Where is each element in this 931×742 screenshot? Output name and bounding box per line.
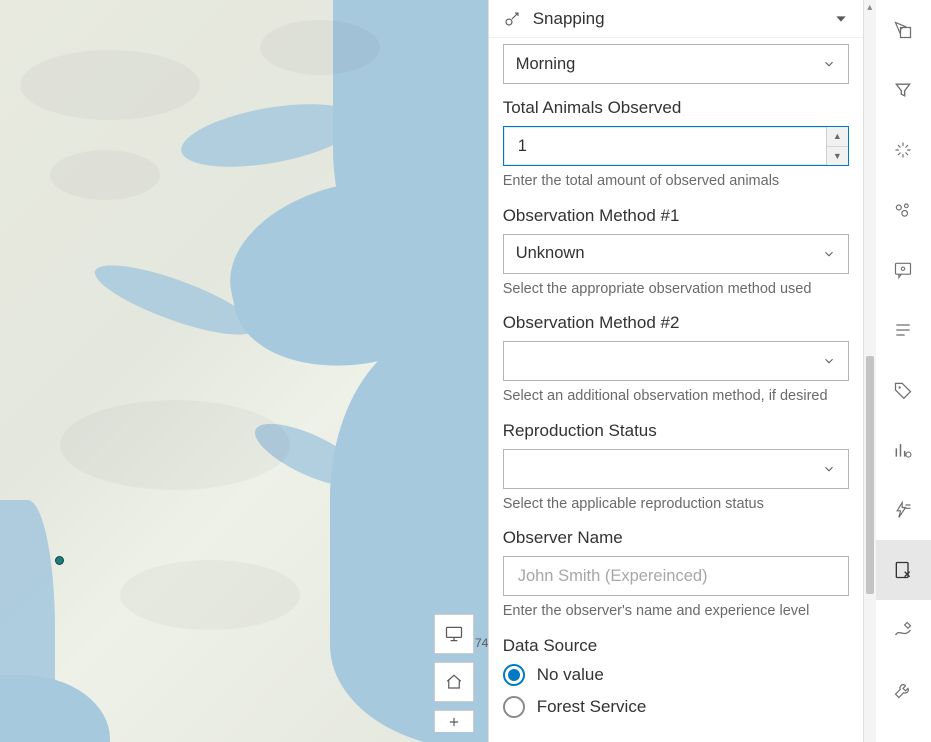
sparkle-icon xyxy=(893,140,913,160)
forms-tool-button[interactable] xyxy=(876,540,931,600)
stepper-up-button[interactable]: ▲ xyxy=(827,127,848,147)
filter-tool-button[interactable] xyxy=(876,60,931,120)
cursor-rectangle-icon xyxy=(893,20,913,40)
zoom-in-button[interactable] xyxy=(434,710,474,732)
number-stepper: ▲ ▼ xyxy=(826,127,848,165)
field-obs-method-2: Observation Method #2 Select an addition… xyxy=(503,313,849,407)
total-animals-hint: Enter the total amount of observed anima… xyxy=(503,172,849,192)
reproduction-status-select[interactable] xyxy=(503,449,849,489)
field-reproduction-status: Reproduction Status Select the applicabl… xyxy=(503,421,849,515)
field-observer-name: Observer Name Enter the observer's name … xyxy=(503,528,849,622)
monitor-icon xyxy=(444,624,464,644)
bar-chart-gear-icon xyxy=(893,440,913,460)
select-tool-button[interactable] xyxy=(876,0,931,60)
observer-name-hint: Enter the observer's name and experience… xyxy=(503,602,849,622)
radio-icon xyxy=(503,696,525,718)
total-animals-label: Total Animals Observed xyxy=(503,98,849,118)
map-terrain-shape xyxy=(60,400,290,490)
obs-method-1-value: Unknown xyxy=(516,244,822,263)
pencil-path-icon xyxy=(893,620,913,640)
wrench-icon xyxy=(893,680,913,700)
map-terrain-shape xyxy=(20,50,200,120)
cluster-icon xyxy=(893,200,913,220)
popup-config-tool-button[interactable] xyxy=(876,240,931,300)
field-time-of-day: Morning xyxy=(503,44,849,84)
obs-method-1-hint: Select the appropriate observation metho… xyxy=(503,280,849,300)
map-controls xyxy=(434,614,474,732)
map-water-shape xyxy=(0,675,110,742)
field-total-animals: Total Animals Observed ▲ ▼ Enter the tot… xyxy=(503,98,849,192)
chevron-down-icon xyxy=(822,247,836,261)
panel-scrollbar[interactable]: ▴ xyxy=(864,0,876,742)
data-source-radio-no-value[interactable]: No value xyxy=(503,664,849,686)
sketch-tool-button[interactable] xyxy=(876,600,931,660)
reproduction-status-hint: Select the applicable reproduction statu… xyxy=(503,495,849,515)
radio-icon xyxy=(503,664,525,686)
map-coord-label: 74 xyxy=(475,636,488,650)
map-terrain-shape xyxy=(50,150,160,200)
chevron-down-icon xyxy=(822,462,836,476)
chevron-down-icon xyxy=(822,354,836,368)
form-edit-icon xyxy=(893,560,913,580)
obs-method-2-hint: Select an additional observation method,… xyxy=(503,387,849,407)
field-data-source: Data Source No value Forest Service xyxy=(503,636,849,718)
time-of-day-value: Morning xyxy=(516,55,822,74)
scroll-up-arrow-icon[interactable]: ▴ xyxy=(864,0,876,14)
map-canvas[interactable]: 74 xyxy=(0,0,488,742)
obs-method-2-label: Observation Method #2 xyxy=(503,313,849,333)
fields-tool-button[interactable] xyxy=(876,300,931,360)
snapping-label: Snapping xyxy=(533,9,821,29)
data-source-radio-group: No value Forest Service xyxy=(503,664,849,718)
total-animals-value[interactable] xyxy=(516,127,826,165)
map-feature-point[interactable] xyxy=(55,556,64,565)
right-tool-rail xyxy=(876,0,931,742)
chevron-down-icon xyxy=(822,57,836,71)
scrollbar-thumb[interactable] xyxy=(866,356,874,594)
radio-label: No value xyxy=(537,665,604,685)
tag-icon xyxy=(893,380,913,400)
field-obs-method-1: Observation Method #1 Unknown Select the… xyxy=(503,206,849,300)
settings-tool-button[interactable] xyxy=(876,660,931,720)
obs-method-2-select[interactable] xyxy=(503,341,849,381)
basemap-toggle-button[interactable] xyxy=(434,614,474,654)
plus-icon xyxy=(447,715,461,729)
home-icon xyxy=(445,673,463,691)
obs-method-1-select[interactable]: Unknown xyxy=(503,234,849,274)
aggregation-tool-button[interactable] xyxy=(876,180,931,240)
time-of-day-select[interactable]: Morning xyxy=(503,44,849,84)
effects-tool-button[interactable] xyxy=(876,120,931,180)
observer-name-input-wrap[interactable] xyxy=(503,556,849,596)
snapping-icon xyxy=(503,10,521,28)
home-extent-button[interactable] xyxy=(434,662,474,702)
form-panel: Snapping Morning Total Animals Observed … xyxy=(488,0,864,742)
observer-name-label: Observer Name xyxy=(503,528,849,548)
charts-tool-button[interactable] xyxy=(876,420,931,480)
observer-name-input[interactable] xyxy=(516,557,836,595)
app-root: 74 Snapping Morning xyxy=(0,0,931,742)
form-body: Morning Total Animals Observed ▲ ▼ Enter… xyxy=(489,38,863,742)
popup-gear-icon xyxy=(893,260,913,280)
actions-tool-button[interactable] xyxy=(876,480,931,540)
data-source-label: Data Source xyxy=(503,636,849,656)
map-terrain-shape xyxy=(120,560,300,630)
lightning-list-icon xyxy=(893,500,913,520)
labels-tool-button[interactable] xyxy=(876,360,931,420)
snapping-header[interactable]: Snapping xyxy=(489,0,863,38)
list-lines-icon xyxy=(893,320,913,340)
obs-method-1-label: Observation Method #1 xyxy=(503,206,849,226)
reproduction-status-label: Reproduction Status xyxy=(503,421,849,441)
map-terrain-shape xyxy=(260,20,380,75)
chevron-down-icon xyxy=(833,11,849,27)
total-animals-input[interactable]: ▲ ▼ xyxy=(503,126,849,166)
filter-icon xyxy=(893,80,913,100)
data-source-radio-forest-service[interactable]: Forest Service xyxy=(503,696,849,718)
stepper-down-button[interactable]: ▼ xyxy=(827,147,848,166)
radio-label: Forest Service xyxy=(537,697,647,717)
